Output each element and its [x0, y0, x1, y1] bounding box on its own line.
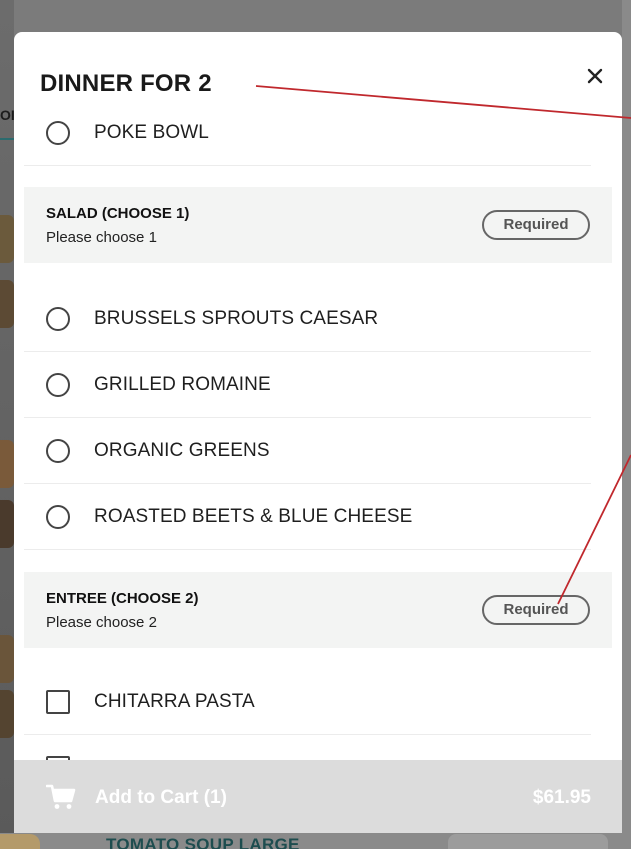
- close-icon: [587, 68, 603, 84]
- close-button[interactable]: [580, 62, 610, 92]
- section-header-entree: ENTREE (CHOOSE 2) Please choose 2 Requir…: [24, 572, 612, 648]
- section-subtitle: Please choose 2: [46, 614, 157, 631]
- option-label: CHITARRA PASTA: [94, 691, 255, 712]
- radio-button[interactable]: [46, 505, 70, 529]
- option-label: POKE BOWL: [94, 122, 209, 143]
- section-title: SALAD (CHOOSE 1): [46, 205, 190, 222]
- option-label: ROASTED BEETS & BLUE CHEESE: [94, 506, 413, 527]
- background-food-image: [0, 690, 14, 738]
- option-label: ORGANIC GREENS: [94, 440, 270, 461]
- option-label: BRUSSELS SPROUTS CAESAR: [94, 308, 379, 329]
- add-to-cart-button[interactable]: Add to Cart (1) $61.95: [14, 760, 622, 833]
- cart-total-price: $61.95: [532, 787, 591, 808]
- option-chitarra-pasta[interactable]: CHITARRA PASTA: [24, 669, 591, 735]
- section-header-salad: SALAD (CHOOSE 1) Please choose 1 Require…: [24, 187, 612, 263]
- option-roasted-beets-blue-cheese[interactable]: ROASTED BEETS & BLUE CHEESE: [24, 484, 591, 550]
- section-title: ENTREE (CHOOSE 2): [46, 590, 199, 607]
- item-options-modal: DINNER FOR 2 POKE BOWL SALAD (CHOOSE 1) …: [14, 32, 622, 833]
- background-food-image: [0, 834, 40, 849]
- option-label: GRILLED ROMAINE: [94, 374, 271, 395]
- section-subtitle: Please choose 1: [46, 229, 157, 246]
- option-organic-greens[interactable]: ORGANIC GREENS: [24, 418, 591, 484]
- add-to-cart-label: Add to Cart (1): [95, 787, 227, 808]
- cart-icon: [46, 784, 76, 809]
- modal-title: DINNER FOR 2: [40, 70, 212, 97]
- background-item-title: TOMATO SOUP LARGE: [106, 835, 300, 849]
- radio-button[interactable]: [46, 373, 70, 397]
- background-tab-fragment: OI: [0, 107, 15, 123]
- radio-button[interactable]: [46, 307, 70, 331]
- radio-button[interactable]: [46, 121, 70, 145]
- background-food-image: [448, 834, 608, 849]
- radio-button[interactable]: [46, 439, 70, 463]
- required-badge: Required: [482, 595, 590, 625]
- background-food-image: [0, 280, 14, 328]
- option-poke-bowl[interactable]: POKE BOWL: [24, 100, 591, 166]
- background-food-image: [0, 500, 14, 548]
- option-grilled-romaine[interactable]: GRILLED ROMAINE: [24, 352, 591, 418]
- background-food-image: [0, 215, 14, 263]
- background-page-right: [622, 0, 631, 849]
- required-badge: Required: [482, 210, 590, 240]
- background-food-image: [0, 440, 14, 488]
- background-food-image: [0, 635, 14, 683]
- option-brussels-sprouts-caesar[interactable]: BRUSSELS SPROUTS CAESAR: [24, 286, 591, 352]
- checkbox[interactable]: [46, 690, 70, 714]
- background-tab-underline: [0, 138, 14, 140]
